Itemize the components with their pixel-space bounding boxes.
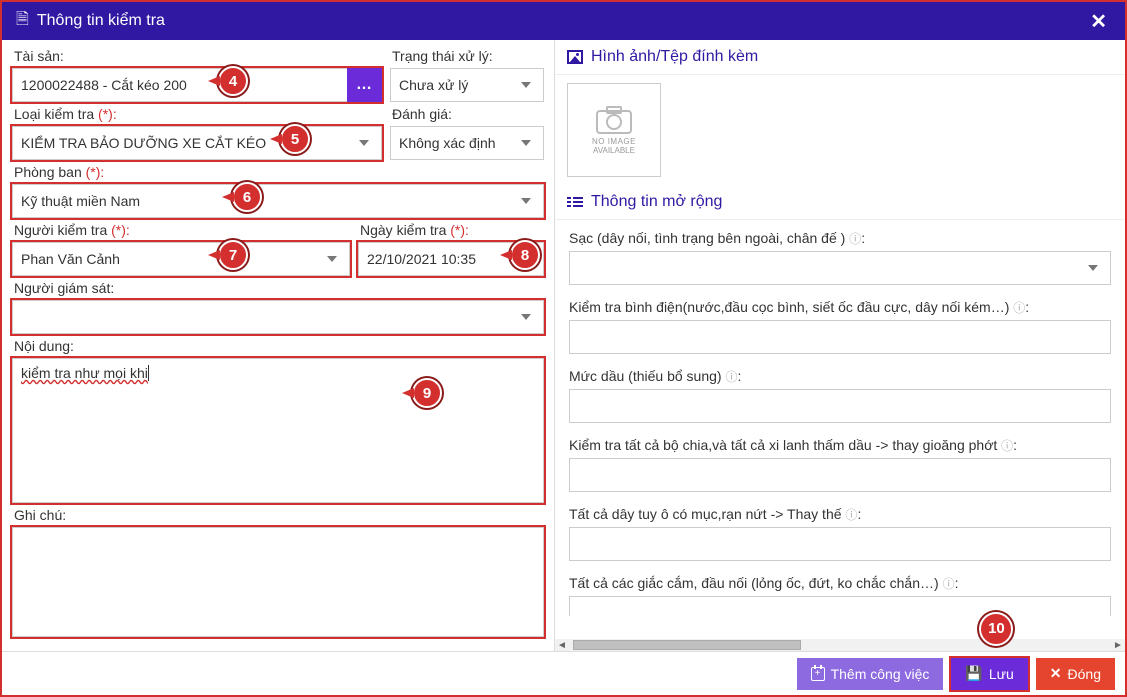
horizontal-scrollbar[interactable]: ◄ ► [555,639,1125,651]
info-icon: ⓘ [845,508,857,522]
badge-4: 4 [218,66,248,96]
ext-field: Mức dầu (thiếu bổ sung) ⓘ: [569,368,1111,423]
badge-5: 5 [280,124,310,154]
extended-header: Thông tin mở rộng [555,185,1125,220]
ext-field: Sạc (dây nối, tình trạng bên ngoài, chân… [569,230,1111,285]
ext-input[interactable] [569,596,1111,616]
ext-field: Tất cả dây tuy ô có mục,rạn nứt -> Thay … [569,506,1111,561]
content-value: kiểm tra như mọi khi [21,365,148,381]
ext-label: Sạc (dây nối, tình trạng bên ngoài, chân… [569,230,845,246]
camera-icon [595,105,633,135]
image-icon [567,50,583,64]
date-label: Ngày kiểm tra [358,222,544,238]
info-icon: ⓘ [943,577,955,591]
info-icon: ⓘ [1013,301,1025,315]
content-textarea[interactable]: kiểm tra như mọi khi [12,358,544,503]
info-icon: ⓘ [849,232,861,246]
calendar-plus-icon: + [811,667,825,681]
modal-title: Thông tin kiểm tra [37,12,165,30]
type-select[interactable]: KIỂM TRA BẢO DƯỠNG XE CẮT KÉO [12,126,382,160]
rating-select[interactable]: Không xác định [390,126,544,160]
left-panel: Tài sản 1200022488 - Cắt kéo 200 … 4 Trạ… [2,40,554,651]
close-label: Đóng [1068,666,1101,682]
attachments-area: NO IMAGE AVAILABLE [555,75,1125,185]
ext-field: Kiểm tra tất cả bộ chia,và tất cả xi lan… [569,437,1111,492]
ext-input[interactable] [569,458,1111,492]
ext-field: Kiểm tra bình điện(nước,đầu cọc bình, si… [569,299,1111,354]
badge-9: 9 [412,378,442,408]
save-icon: 💾 [965,665,982,682]
list-icon [567,197,583,207]
extended-fields: Sạc (dây nối, tình trạng bên ngoài, chân… [555,220,1125,651]
supervisor-select[interactable] [12,300,544,334]
content-label: Nội dung [12,338,544,354]
inspector-select[interactable]: Phan Văn Cảnh [12,242,350,276]
status-select[interactable]: Chưa xử lý [390,68,544,102]
add-job-button[interactable]: + Thêm công việc [797,658,944,690]
ext-input[interactable] [569,527,1111,561]
save-label: Lưu [989,666,1014,682]
notes-label: Ghi chú [12,507,544,523]
asset-group: 1200022488 - Cắt kéo 200 … [12,68,382,102]
inspector-label: Người kiểm tra [12,222,350,238]
badge-8: 8 [510,240,540,270]
attachments-header: Hình ảnh/Tệp đính kèm [555,40,1125,75]
ext-label: Kiểm tra tất cả bộ chia,và tất cả xi lan… [569,437,997,453]
add-job-label: Thêm công việc [831,666,930,682]
close-button[interactable]: ✕ Đóng [1036,658,1115,690]
status-label: Trạng thái xử lý [390,48,544,64]
dept-select[interactable]: Kỹ thuật miền Nam [12,184,544,218]
attachments-title: Hình ảnh/Tệp đính kèm [591,48,758,66]
badge-10: 10 [979,612,1013,646]
supervisor-label: Người giám sát [12,280,544,296]
info-icon: ⓘ [725,370,737,384]
ext-input[interactable] [569,389,1111,423]
notes-textarea[interactable] [12,527,544,637]
modal-footer: + Thêm công việc 💾 Lưu 10 ✕ Đóng [2,651,1125,695]
noimg-line2: AVAILABLE [593,146,635,155]
asset-label: Tài sản [12,48,382,64]
badge-7: 7 [218,240,248,270]
ext-select[interactable] [569,251,1111,285]
right-panel: Hình ảnh/Tệp đính kèm NO IMAGE AVAILABLE… [554,40,1125,651]
ext-field: Tất cả các giắc cắm, đầu nối (lỏng ốc, đ… [569,575,1111,616]
noimg-line1: NO IMAGE [592,137,636,146]
close-x-icon: ✕ [1050,665,1062,682]
badge-6: 6 [232,182,262,212]
ext-label: Tất cả dây tuy ô có mục,rạn nứt -> Thay … [569,506,842,522]
save-button[interactable]: 💾 Lưu [951,658,1027,690]
ext-label: Kiểm tra bình điện(nước,đầu cọc bình, si… [569,299,1009,315]
asset-lookup-button[interactable]: … [346,68,382,102]
no-image-placeholder[interactable]: NO IMAGE AVAILABLE [567,83,661,177]
modal-header: 🗎 Thông tin kiểm tra ✕ [2,2,1125,40]
extended-title: Thông tin mở rộng [591,193,722,211]
asset-input[interactable]: 1200022488 - Cắt kéo 200 [12,68,347,102]
ext-input[interactable] [569,320,1111,354]
document-icon: 🗎 [16,8,29,35]
dept-label: Phòng ban [12,164,544,180]
close-icon[interactable]: ✕ [1086,9,1111,34]
info-icon: ⓘ [1001,439,1013,453]
rating-label: Đánh giá [390,106,544,122]
ext-label: Mức dầu (thiếu bổ sung) [569,368,722,384]
ext-label: Tất cả các giắc cắm, đầu nối (lỏng ốc, đ… [569,575,939,591]
type-label: Loại kiểm tra [12,106,382,122]
